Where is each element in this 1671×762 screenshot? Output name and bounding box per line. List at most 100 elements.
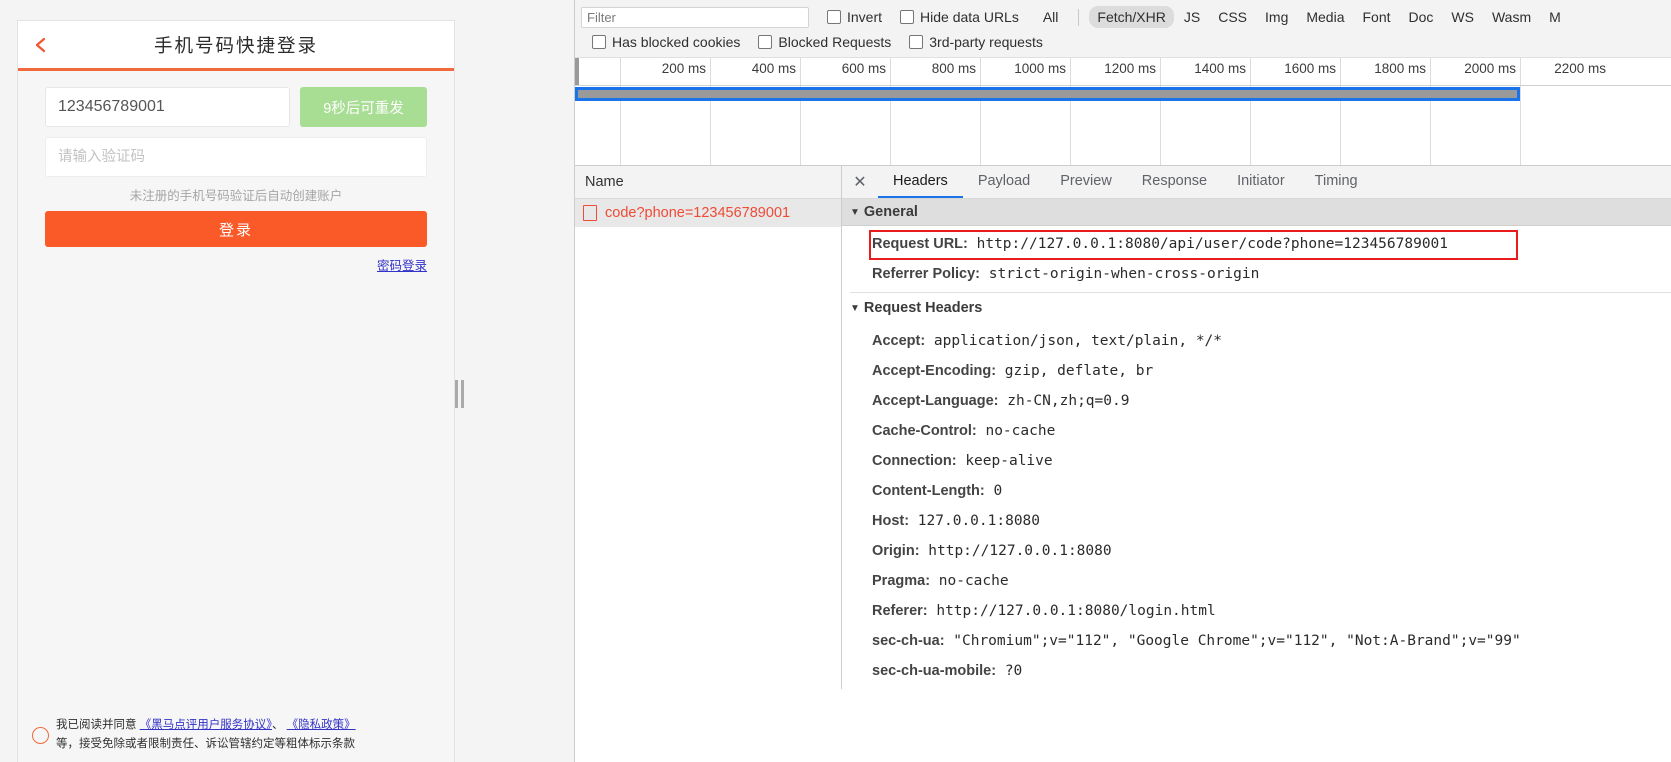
blocked-requests-checkbox[interactable]: Blocked Requests: [758, 34, 891, 50]
blocked-requests-label: Blocked Requests: [778, 34, 892, 50]
overview-tick-label: 200 ms: [661, 61, 706, 76]
type-chip-fetch-xhr[interactable]: Fetch/XHR: [1089, 6, 1174, 28]
header-key: Referrer Policy:: [872, 266, 980, 282]
resize-grip-bar: [455, 380, 458, 408]
has-blocked-cookies-checkbox[interactable]: Has blocked cookies: [592, 34, 740, 50]
chevron-down-icon: ▼: [850, 206, 860, 218]
tab-timing[interactable]: Timing: [1300, 166, 1373, 198]
header-key: Accept-Language:: [872, 393, 999, 409]
header-value: http://127.0.0.1:8080/login.html: [936, 603, 1216, 619]
header-row-accept-encoding: Accept-Encoding: gzip, deflate, br: [842, 356, 1671, 386]
overview-tick-label: 400 ms: [751, 61, 796, 76]
tab-preview[interactable]: Preview: [1045, 166, 1127, 198]
overview-tick-label: 600 ms: [841, 61, 886, 76]
invert-checkbox[interactable]: Invert: [827, 9, 882, 25]
header-key: Request URL:: [872, 236, 968, 252]
header-key: Referer:: [872, 603, 928, 619]
login-submit-button[interactable]: 登录: [45, 211, 427, 247]
user-service-agreement-link[interactable]: 《黑马点评用户服务协议》: [140, 719, 272, 731]
tab-headers[interactable]: Headers: [878, 166, 963, 198]
filter-row-primary: Invert Hide data URLs All Fetch/XHR JS C…: [575, 4, 1671, 30]
type-chip-wasm[interactable]: Wasm: [1484, 6, 1539, 28]
request-name: code?phone=123456789001: [605, 205, 791, 221]
network-overview-timeline[interactable]: 200 ms 400 ms 600 ms 800 ms 1000 ms 1200…: [575, 58, 1671, 166]
header-key: sec-ch-ua-mobile:: [872, 663, 997, 679]
network-main-split: Name code?phone=123456789001 ✕ Headers P…: [575, 166, 1671, 689]
header-value: 0: [993, 483, 1003, 499]
overview-selection-window[interactable]: [575, 87, 1520, 101]
tab-response[interactable]: Response: [1127, 166, 1222, 198]
third-party-requests-checkbox[interactable]: 3rd-party requests: [909, 34, 1043, 50]
header-value: application/json, text/plain, */*: [933, 333, 1223, 349]
chevron-left-icon[interactable]: [30, 34, 52, 56]
verification-code-input[interactable]: [45, 137, 427, 177]
phone-row: 9秒后可重发: [45, 87, 427, 127]
general-section-header[interactable]: ▼ General: [842, 199, 1671, 226]
chevron-down-icon: ▼: [850, 302, 860, 314]
request-list-column-header[interactable]: Name: [575, 166, 841, 199]
phone-input[interactable]: [45, 87, 290, 127]
filter-input[interactable]: [581, 6, 809, 28]
type-chip-css[interactable]: CSS: [1210, 6, 1255, 28]
close-icon[interactable]: ✕: [842, 166, 878, 198]
type-chip-doc[interactable]: Doc: [1401, 6, 1442, 28]
header-row-content-length: Content-Length: 0: [842, 476, 1671, 506]
header-value: 127.0.0.1:8080: [917, 513, 1041, 529]
overview-divider: [575, 85, 1671, 86]
type-chip-font[interactable]: Font: [1355, 6, 1399, 28]
login-form: 9秒后可重发 未注册的手机号码验证后自动创建账户 登录 密码登录: [18, 71, 454, 275]
overview-tick-label: 2200 ms: [1554, 61, 1606, 76]
type-chip-img[interactable]: Img: [1257, 6, 1296, 28]
password-login-link[interactable]: 密码登录: [377, 259, 427, 273]
table-row[interactable]: code?phone=123456789001: [575, 199, 841, 227]
agreement-mid: 、: [271, 719, 287, 731]
checkbox-box: [758, 35, 773, 49]
general-row-referrer-policy: Referrer Policy: strict-origin-when-cros…: [842, 259, 1671, 289]
header-key: Content-Length:: [872, 483, 985, 499]
request-detail-tabs: ✕ Headers Payload Preview Response Initi…: [842, 166, 1671, 199]
third-party-requests-label: 3rd-party requests: [929, 34, 1043, 50]
header-value: http://127.0.0.1:8080/api/user/code?phon…: [976, 236, 1449, 252]
login-header: 手机号码快捷登录: [18, 21, 454, 71]
network-filter-bar: Invert Hide data URLs All Fetch/XHR JS C…: [575, 0, 1671, 58]
request-headers-section: ▼ Request Headers Accept: application/js…: [842, 293, 1671, 686]
hide-data-urls-label: Hide data URLs: [920, 9, 1019, 25]
header-key: Connection:: [872, 453, 957, 469]
overview-tick-label: 1600 ms: [1284, 61, 1336, 76]
tab-payload[interactable]: Payload: [963, 166, 1045, 198]
type-chip-ws[interactable]: WS: [1443, 6, 1482, 28]
privacy-policy-link[interactable]: 《隐私政策》: [287, 719, 356, 731]
request-headers-section-header[interactable]: ▼ Request Headers: [842, 293, 1671, 323]
header-value: zh-CN,zh;q=0.9: [1007, 393, 1130, 409]
general-rows: Request URL: http://127.0.0.1:8080/api/u…: [842, 226, 1671, 289]
agreement-radio[interactable]: [32, 726, 49, 744]
column-header-name: Name: [585, 174, 624, 190]
tab-initiator[interactable]: Initiator: [1222, 166, 1300, 198]
page-title: 手机号码快捷登录: [153, 34, 318, 56]
header-value: keep-alive: [965, 453, 1053, 469]
type-chip-js[interactable]: JS: [1176, 6, 1208, 28]
checkbox-box: [900, 10, 915, 24]
header-key: Accept:: [872, 333, 926, 349]
header-value: no-cache: [985, 423, 1056, 439]
header-key: Host:: [872, 513, 910, 529]
overview-tick-label: 1000 ms: [1014, 61, 1066, 76]
header-row-pragma: Pragma: no-cache: [842, 566, 1671, 596]
hide-data-urls-checkbox[interactable]: Hide data URLs: [900, 9, 1019, 25]
header-value: http://127.0.0.1:8080: [928, 543, 1112, 559]
request-detail-pane: ✕ Headers Payload Preview Response Initi…: [842, 166, 1671, 689]
header-row-cache-control: Cache-Control: no-cache: [842, 416, 1671, 446]
panel-resize-handle[interactable]: [455, 380, 467, 408]
devtools-network-panel: Invert Hide data URLs All Fetch/XHR JS C…: [574, 0, 1671, 762]
header-value: no-cache: [938, 573, 1009, 589]
section-divider: [850, 292, 1671, 293]
checkbox-box: [592, 35, 606, 49]
type-chip-media[interactable]: Media: [1298, 6, 1352, 28]
type-chip-manifest[interactable]: M: [1541, 6, 1569, 28]
resend-code-button[interactable]: 9秒后可重发: [300, 87, 427, 127]
type-chip-all[interactable]: All: [1035, 6, 1067, 28]
header-value: strict-origin-when-cross-origin: [988, 266, 1260, 282]
request-list: Name code?phone=123456789001: [575, 166, 842, 689]
agreement-text: 我已阅读并同意 《黑马点评用户服务协议》、 《隐私政策》 等，接受免除或者限制责…: [56, 716, 356, 754]
screenshot-root: 手机号码快捷登录 9秒后可重发 未注册的手机号码验证后自动创建账户 登录 密码登…: [0, 0, 1671, 762]
